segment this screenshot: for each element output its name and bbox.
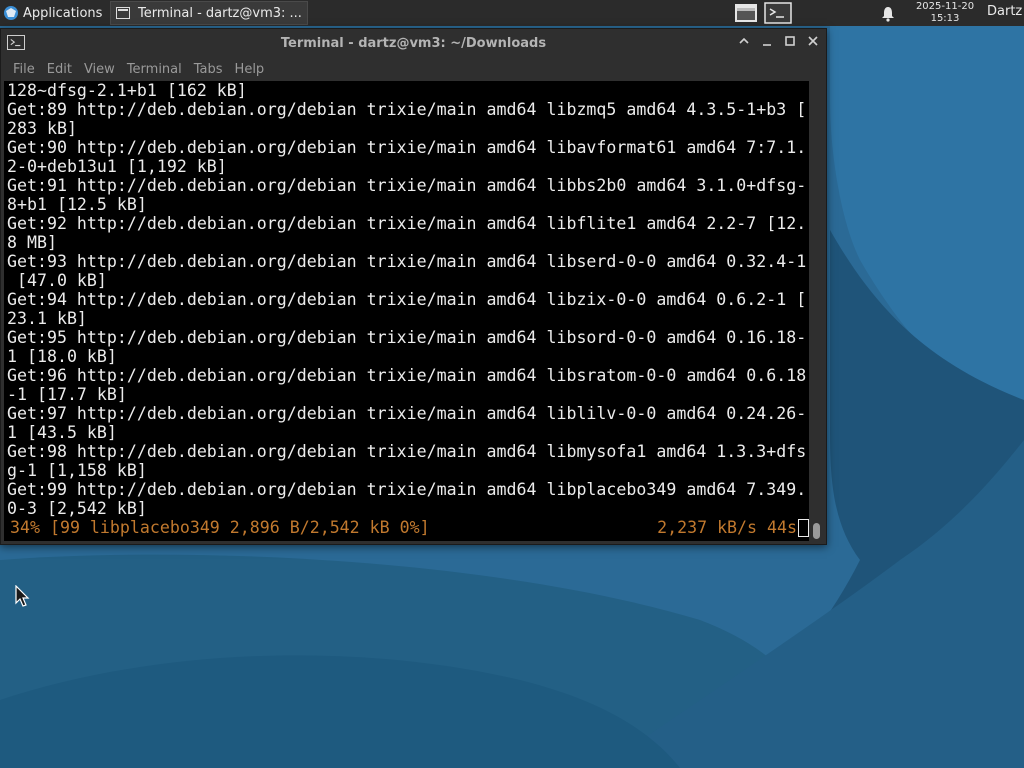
terminal-line: Get:97 http://deb.debian.org/debian trix… — [7, 404, 807, 423]
top-panel: Applications Terminal - dartz@vm3: ... 2… — [0, 0, 1024, 26]
terminal-line: Get:91 http://deb.debian.org/debian trix… — [7, 176, 807, 195]
menu-edit[interactable]: Edit — [47, 62, 72, 77]
terminal-line: Get:94 http://deb.debian.org/debian trix… — [7, 290, 807, 309]
xfce-logo-icon — [4, 6, 18, 20]
terminal-line: Get:95 http://deb.debian.org/debian trix… — [7, 328, 807, 347]
terminal-line: 8 MB] — [7, 233, 57, 252]
progress-status-text: 34% [99 libplacebo349 2,896 B/2,542 kB 0… — [10, 518, 430, 537]
mouse-pointer-icon — [15, 585, 30, 607]
close-icon — [808, 36, 818, 46]
window-title: Terminal - dartz@vm3: ~/Downloads — [280, 36, 547, 51]
terminal-window: Terminal - dartz@vm3: ~/Downloads File E… — [0, 28, 827, 545]
menu-terminal[interactable]: Terminal — [127, 62, 182, 77]
applications-menu[interactable]: Applications — [0, 0, 111, 26]
terminal-line: 128~dfsg-2.1+b1 [162 kB] — [7, 81, 247, 100]
window-minimize-button[interactable] — [759, 35, 775, 51]
menu-help[interactable]: Help — [235, 62, 265, 77]
terminal-line: 283 kB] — [7, 119, 77, 138]
apt-progress-status: 34% [99 libplacebo349 2,896 B/2,542 kB 0… — [7, 518, 807, 537]
menu-bar: File Edit View Terminal Tabs Help — [1, 57, 826, 81]
minimize-icon — [763, 44, 771, 46]
scrollbar-thumb[interactable] — [813, 523, 820, 539]
chevron-up-icon — [739, 37, 749, 44]
taskbar-terminal-button[interactable]: Terminal - dartz@vm3: ... — [110, 1, 308, 25]
terminal-line: 1 [43.5 kB] — [7, 423, 117, 442]
workspace-switcher-icon[interactable] — [734, 3, 758, 23]
terminal-line: 2-0+deb13u1 [1,192 kB] — [7, 157, 227, 176]
terminal-icon — [116, 7, 130, 19]
terminal-output[interactable]: 128~dfsg-2.1+b1 [162 kB] Get:89 http://d… — [4, 81, 809, 541]
terminal-line: 0-3 [2,542 kB] — [7, 499, 147, 518]
terminal-line: Get:96 http://deb.debian.org/debian trix… — [7, 366, 807, 385]
bell-icon[interactable] — [880, 5, 896, 23]
clock-date: 2025-11-20 — [915, 1, 975, 12]
terminal-line: Get:99 http://deb.debian.org/debian trix… — [7, 480, 807, 499]
menu-tabs[interactable]: Tabs — [194, 62, 223, 77]
terminal-line: Get:90 http://deb.debian.org/debian trix… — [7, 138, 807, 157]
window-shade-button[interactable] — [736, 35, 752, 51]
menu-file[interactable]: File — [13, 62, 35, 77]
terminal-line: -1 [17.7 kB] — [7, 385, 127, 404]
terminal-line: 8+b1 [12.5 kB] — [7, 195, 147, 214]
window-titlebar[interactable]: Terminal - dartz@vm3: ~/Downloads — [1, 29, 826, 57]
applications-label: Applications — [23, 5, 103, 21]
window-close-button[interactable] — [805, 35, 821, 51]
terminal-line: Get:93 http://deb.debian.org/debian trix… — [7, 252, 807, 271]
terminal-line: Get:89 http://deb.debian.org/debian trix… — [7, 100, 807, 119]
clock-time: 15:13 — [930, 13, 960, 24]
user-menu[interactable]: Dartz — [987, 4, 1022, 19]
terminal-line: Get:92 http://deb.debian.org/debian trix… — [7, 214, 807, 233]
panel-clock[interactable]: 2025-11-20 15:13 — [906, 1, 984, 25]
terminal-line: Get:98 http://deb.debian.org/debian trix… — [7, 442, 807, 461]
terminal-line: [47.0 kB] — [7, 271, 107, 290]
maximize-icon — [785, 36, 795, 46]
terminal-scrollbar[interactable] — [810, 81, 824, 541]
menu-view[interactable]: View — [84, 62, 115, 77]
terminal-line: 1 [18.0 kB] — [7, 347, 117, 366]
terminal-line: 23.1 kB] — [7, 309, 87, 328]
taskbar-terminal-label: Terminal - dartz@vm3: ... — [138, 5, 302, 21]
terminal-line: g-1 [1,158 kB] — [7, 461, 147, 480]
terminal-cursor — [798, 519, 809, 537]
window-maximize-button[interactable] — [782, 35, 798, 51]
terminal-launcher-icon[interactable] — [764, 2, 792, 24]
download-rate-text: 2,237 kB/s 44s — [657, 518, 797, 537]
